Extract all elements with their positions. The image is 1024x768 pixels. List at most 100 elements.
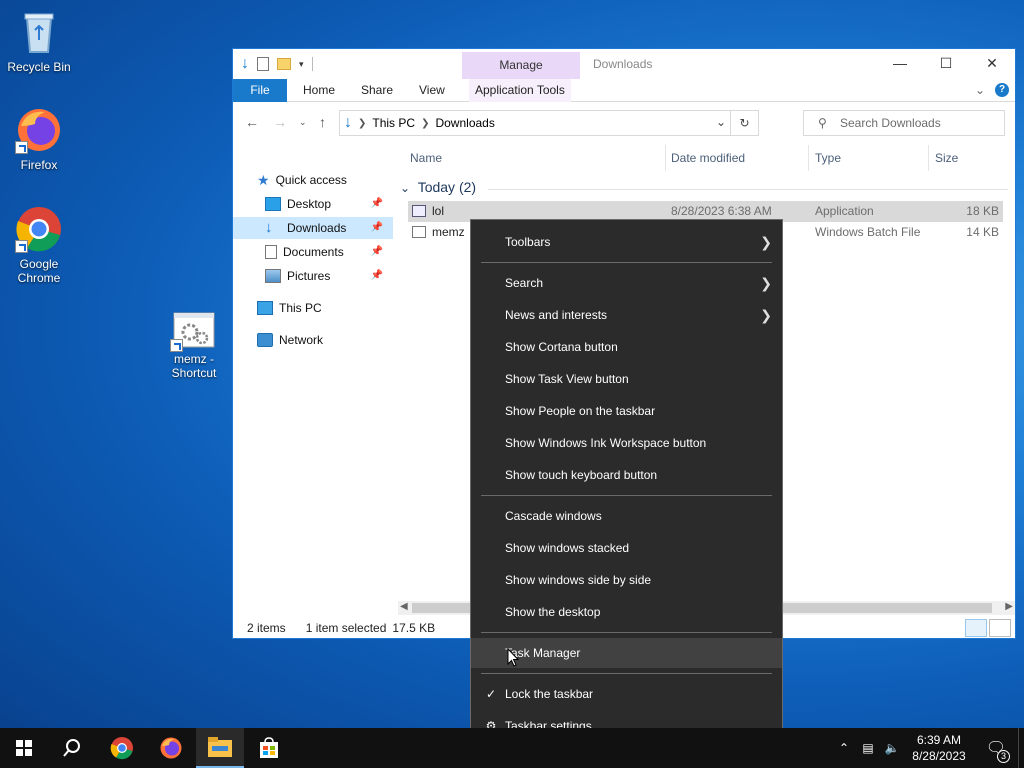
nav-downloads[interactable]: ↓ Downloads 📌: [233, 217, 393, 239]
tab-file[interactable]: File: [233, 79, 287, 102]
scroll-left-icon[interactable]: ◀: [400, 601, 408, 612]
start-button[interactable]: [0, 728, 48, 768]
menu-item-show-ink-workspace[interactable]: Show Windows Ink Workspace button: [471, 428, 782, 458]
nav-label: Documents: [283, 245, 344, 259]
menu-item-lock-taskbar[interactable]: ✓ Lock the taskbar: [471, 679, 782, 709]
taskbar-store[interactable]: [245, 728, 293, 768]
network-icon[interactable]: ▤: [856, 741, 880, 755]
folder-icon: [208, 737, 232, 757]
breadcrumb-downloads[interactable]: Downloads: [435, 116, 494, 130]
menu-item-show-cortana[interactable]: Show Cortana button: [471, 332, 782, 362]
pin-icon[interactable]: 📌: [371, 217, 383, 239]
column-date-modified[interactable]: Date modified: [671, 151, 745, 165]
menu-item-show-desktop[interactable]: Show the desktop: [471, 597, 782, 627]
checkmark-icon: ✓: [485, 687, 497, 701]
chevron-down-icon: ⌄: [400, 181, 411, 195]
up-arrow-icon[interactable]: ↑: [319, 114, 326, 130]
nav-desktop[interactable]: Desktop 📌: [233, 193, 393, 215]
tab-application-tools[interactable]: Application Tools: [469, 79, 571, 102]
file-size: 14 KB: [966, 225, 999, 239]
maximize-button[interactable]: ☐: [923, 49, 969, 79]
window-controls: — ☐ ✕: [877, 49, 1015, 79]
nav-pictures[interactable]: Pictures 📌: [233, 265, 393, 287]
scroll-right-icon[interactable]: ▶: [1005, 601, 1013, 612]
menu-label: Show Task View button: [505, 372, 629, 386]
properties-icon[interactable]: [257, 57, 269, 71]
refresh-icon[interactable]: ↻: [730, 111, 758, 135]
search-input[interactable]: ⚲ Search Downloads: [803, 110, 1005, 136]
volume-icon[interactable]: 🔈: [880, 741, 904, 755]
column-name[interactable]: Name: [410, 151, 442, 165]
status-bar: 2 items 1 item selected 17.5 KB: [247, 621, 435, 635]
desktop-icon-recycle-bin[interactable]: Recycle Bin: [1, 8, 77, 74]
taskbar[interactable]: ⌃ ▤ 🔈 6:39 AM 8/28/2023 🗨 3: [0, 728, 1024, 768]
quick-access-toolbar: ↓ ▾: [241, 55, 313, 73]
minimize-button[interactable]: —: [877, 49, 923, 79]
desktop-icon-memz-shortcut[interactable]: memz - Shortcut: [156, 312, 232, 380]
nav-network[interactable]: Network: [257, 329, 397, 351]
menu-item-show-people[interactable]: Show People on the taskbar: [471, 396, 782, 426]
show-desktop-button[interactable]: [1018, 728, 1024, 768]
menu-item-news-and-interests[interactable]: News and interests ❯: [471, 300, 782, 330]
chevron-right-icon: ❯: [421, 117, 430, 129]
shortcut-arrow-icon: [170, 339, 183, 352]
nav-this-pc[interactable]: This PC: [257, 297, 397, 319]
back-arrow-icon[interactable]: ←: [245, 114, 259, 130]
chevron-right-icon: ❯: [760, 234, 772, 250]
tab-home[interactable]: Home: [303, 79, 335, 102]
address-bar[interactable]: ↓ ❯ This PC ❯ Downloads ⌄ ↻: [339, 110, 759, 136]
menu-item-cascade-windows[interactable]: Cascade windows: [471, 501, 782, 531]
taskbar-search-button[interactable]: [48, 728, 96, 768]
batch-file-gear-icon: [170, 312, 215, 352]
chrome-icon: [110, 737, 133, 760]
pin-icon[interactable]: 📌: [371, 193, 383, 215]
desktop-icon-firefox[interactable]: Firefox: [1, 106, 77, 172]
taskbar-chrome[interactable]: [98, 728, 146, 768]
menu-item-toolbars[interactable]: Toolbars ❯: [471, 227, 782, 257]
help-icon[interactable]: ?: [995, 83, 1009, 97]
menu-item-search[interactable]: Search ❯: [471, 268, 782, 298]
desktop-icon-chrome[interactable]: Google Chrome: [1, 205, 77, 285]
menu-item-show-task-view[interactable]: Show Task View button: [471, 364, 782, 394]
clock[interactable]: 6:39 AM 8/28/2023: [904, 732, 974, 764]
nav-label: This PC: [279, 301, 322, 315]
column-type[interactable]: Type: [815, 151, 841, 165]
recent-locations-icon[interactable]: ⌄: [299, 117, 307, 128]
notification-center-icon[interactable]: 🗨 3: [974, 738, 1018, 763]
taskbar-file-explorer[interactable]: [196, 728, 244, 768]
nav-documents[interactable]: Documents 📌: [233, 241, 393, 263]
breadcrumb-this-pc[interactable]: This PC: [372, 116, 415, 130]
pin-icon[interactable]: 📌: [371, 241, 383, 263]
pictures-icon: [265, 269, 281, 283]
menu-label: Show touch keyboard button: [505, 468, 658, 482]
group-header-today[interactable]: ⌄ Today (2): [398, 179, 1008, 195]
forward-arrow-icon[interactable]: →: [273, 114, 287, 130]
chevron-down-icon[interactable]: ⌄: [975, 83, 985, 97]
customize-qat-icon[interactable]: ▾: [299, 59, 304, 70]
menu-item-windows-side-by-side[interactable]: Show windows side by side: [471, 565, 782, 595]
downloads-icon: ↓: [265, 219, 273, 236]
manage-contextual-tab[interactable]: Manage: [462, 52, 580, 79]
menu-item-windows-stacked[interactable]: Show windows stacked: [471, 533, 782, 563]
shortcut-arrow-icon: [15, 141, 28, 154]
store-icon: [260, 737, 278, 758]
column-size[interactable]: Size: [935, 151, 958, 165]
nav-quick-access[interactable]: ★ Quick access: [257, 169, 397, 191]
title-bar[interactable]: ↓ ▾ Manage Downloads — ☐ ✕: [233, 49, 1015, 79]
new-folder-icon[interactable]: [277, 58, 291, 70]
show-hidden-icons-chevron-icon[interactable]: ⌃: [832, 741, 856, 755]
status-size: 17.5 KB: [392, 621, 436, 635]
details-view-icon[interactable]: [965, 619, 987, 637]
close-button[interactable]: ✕: [969, 49, 1015, 79]
menu-label: Show windows stacked: [505, 541, 630, 555]
chevron-down-icon[interactable]: ⌄: [716, 115, 726, 129]
large-icons-view-icon[interactable]: [989, 619, 1011, 637]
file-name: lol: [432, 204, 445, 218]
tab-view[interactable]: View: [419, 79, 445, 102]
down-arrow-icon[interactable]: ↓: [241, 55, 249, 73]
taskbar-firefox[interactable]: [147, 728, 195, 768]
windows-logo-icon: [16, 740, 32, 756]
menu-item-show-touch-keyboard[interactable]: Show touch keyboard button: [471, 460, 782, 490]
tab-share[interactable]: Share: [361, 79, 393, 102]
pin-icon[interactable]: 📌: [371, 265, 383, 287]
